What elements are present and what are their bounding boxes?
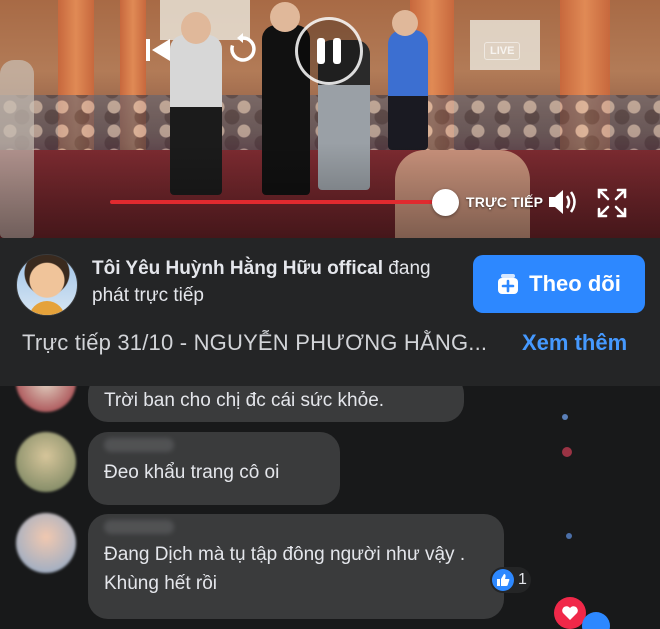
progress-handle[interactable]	[432, 189, 459, 216]
floating-heart-icon	[562, 447, 572, 457]
follow-plus-icon	[498, 274, 519, 294]
stream-info-panel: Tôi Yêu Huỳnh Hằng Hữu offical đang phát…	[0, 238, 660, 386]
comment-text: Trời ban cho chị đc cái sức khỏe.	[104, 390, 385, 411]
comments-list: Trời ban cho chị đc cái sức khỏe. Đeo kh…	[0, 386, 660, 629]
pause-icon-bar	[333, 38, 341, 64]
commenter-name[interactable]	[104, 520, 174, 534]
commenter-avatar[interactable]	[16, 386, 76, 412]
like-icon	[492, 569, 514, 591]
replay-icon[interactable]	[226, 32, 260, 66]
stream-header: Tôi Yêu Huỳnh Hằng Hữu offical đang phát…	[92, 255, 472, 309]
comment-text: Đeo khẩu trang cô oi	[104, 462, 280, 483]
commenter-avatar[interactable]	[16, 513, 76, 573]
floating-reaction-dot	[562, 414, 568, 420]
commenter-avatar[interactable]	[16, 432, 76, 492]
volume-icon[interactable]	[546, 187, 580, 217]
page-avatar[interactable]	[16, 254, 78, 316]
comment-text: Đang Dịch mà tụ tập đông người như vậy .…	[104, 544, 466, 594]
skip-previous-icon[interactable]	[143, 35, 173, 65]
pause-icon	[317, 38, 325, 64]
commenter-name[interactable]	[104, 438, 174, 452]
like-count: 1	[518, 571, 527, 588]
page-name-link[interactable]: Tôi Yêu Huỳnh Hằng Hữu offical	[92, 258, 383, 279]
live-badge: LIVE	[484, 42, 521, 60]
fullscreen-icon[interactable]	[595, 186, 629, 220]
comment-bubble: Trời ban cho chị đc cái sức khỏe.	[88, 386, 464, 422]
follow-button[interactable]: Theo dõi	[473, 255, 645, 313]
video-title: Trực tiếp 31/10 - NGUYỄN PHƯƠNG HẰNG...	[22, 330, 488, 355]
see-more-link[interactable]: Xem thêm	[522, 330, 627, 356]
comment-reactions[interactable]: 1	[490, 567, 531, 593]
live-label[interactable]: TRỰC TIẾP	[466, 194, 543, 210]
video-player[interactable]: LIVE TRỰC TIẾP	[0, 0, 660, 238]
comment-bubble: Đang Dịch mà tụ tập đông người như vậy .…	[88, 514, 504, 619]
progress-bar[interactable]	[110, 200, 446, 204]
comment-bubble: Đeo khẩu trang cô oi	[88, 432, 340, 505]
floating-reaction-dot	[566, 533, 572, 539]
follow-button-label: Theo dõi	[529, 271, 621, 296]
pause-button[interactable]	[295, 17, 363, 85]
like-reaction-icon	[582, 612, 610, 629]
